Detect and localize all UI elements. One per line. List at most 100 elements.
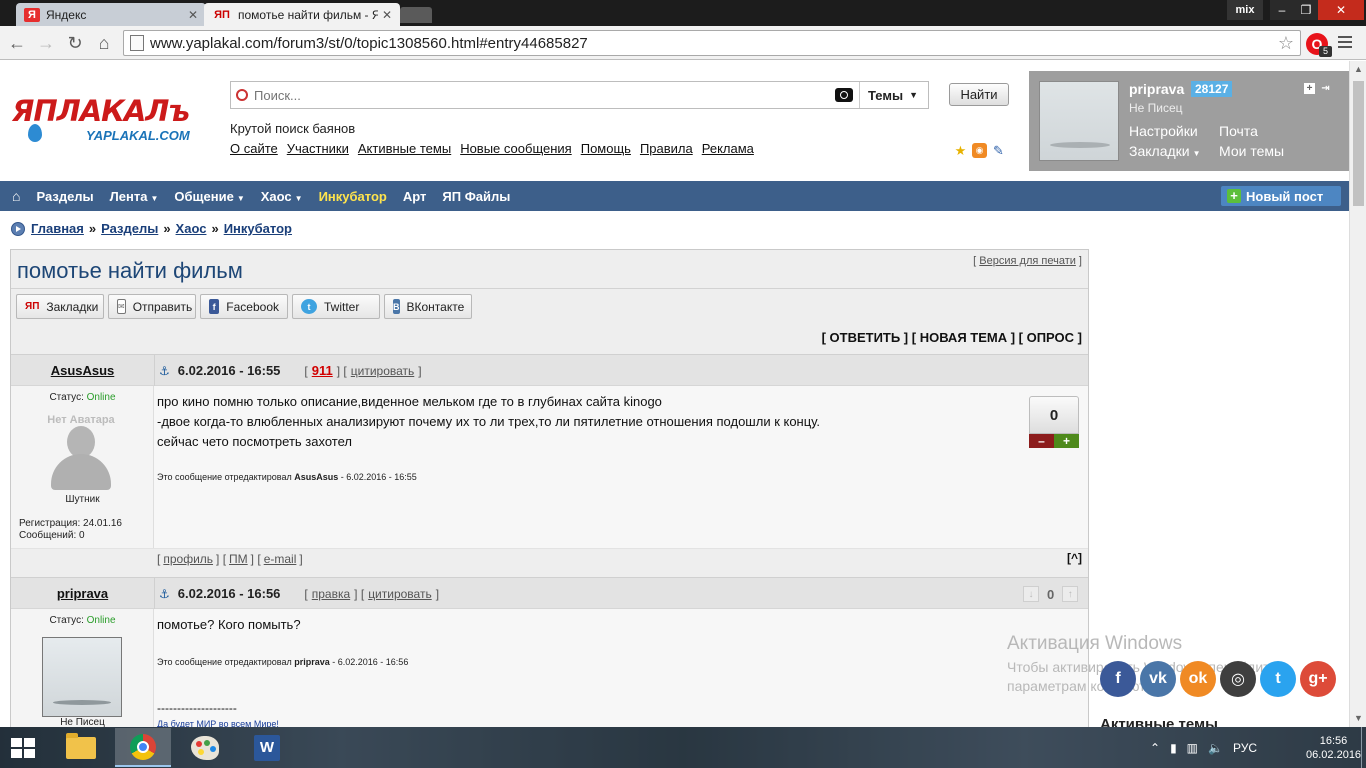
scroll-down-icon[interactable]: ▼ [1350, 710, 1366, 727]
reload-icon[interactable]: ↻ [64, 32, 86, 54]
link-help[interactable]: Помощь [581, 141, 631, 156]
nav-files[interactable]: ЯП Файлы [442, 189, 510, 204]
crumb-sections[interactable]: Разделы [101, 221, 158, 236]
thumb-down-icon[interactable]: ↓ [1023, 586, 1039, 602]
plus-icon[interactable]: + [1304, 83, 1315, 94]
odnoklassniki-icon[interactable]: ok [1180, 661, 1216, 697]
thumb-up-icon[interactable]: ↑ [1062, 586, 1079, 602]
share-send-button[interactable]: ✉ Отправить [108, 294, 196, 319]
volume-icon[interactable]: 🔈 [1208, 741, 1223, 755]
scroll-top-link[interactable]: [^] [1067, 551, 1082, 565]
print-version-link[interactable]: Версия для печати [979, 255, 1076, 267]
nav-incubator[interactable]: Инкубатор [319, 189, 387, 204]
network-icon[interactable]: ▥ [1187, 741, 1198, 755]
favorites-star-icon[interactable]: ★ [953, 143, 968, 158]
vk-icon[interactable]: vk [1140, 661, 1176, 697]
search-scope-select[interactable]: Темы ▼ [859, 82, 928, 108]
link-mail[interactable]: Почта [1219, 123, 1258, 139]
logout-icon[interactable]: ⇥ [1320, 83, 1331, 94]
nav-chaos[interactable]: Хаос ▼ [261, 189, 303, 204]
search-button[interactable]: Найти [949, 83, 1009, 106]
new-tab-button[interactable] [400, 7, 432, 23]
link-new-messages[interactable]: Новые сообщения [460, 141, 572, 156]
facebook-icon[interactable]: f [1100, 661, 1136, 697]
forward-icon[interactable]: → [35, 32, 57, 54]
show-desktop-button[interactable] [1361, 727, 1366, 768]
vote-up-button[interactable]: + [1054, 434, 1079, 448]
link-ads[interactable]: Реклама [702, 141, 754, 156]
taskbar-paint[interactable] [177, 728, 233, 767]
quote-link[interactable]: цитировать [368, 587, 432, 601]
pm-link[interactable]: ПМ [229, 552, 248, 566]
taskbar-explorer[interactable] [53, 728, 109, 767]
rss-icon[interactable]: ◉ [972, 143, 987, 158]
close-tab-icon[interactable]: ✕ [382, 8, 392, 22]
share-twitter-button[interactable]: t Twitter [292, 294, 380, 319]
home-icon[interactable]: ⌂ [93, 32, 115, 54]
crumb-chaos[interactable]: Хаос [176, 221, 207, 236]
user-name[interactable]: priprava [1129, 81, 1184, 97]
nav-sections[interactable]: Разделы [36, 189, 93, 204]
link-about[interactable]: О сайте [230, 141, 278, 156]
nav-art[interactable]: Арт [403, 189, 427, 204]
scroll-up-icon[interactable]: ▲ [1350, 61, 1366, 78]
battery-icon[interactable]: ▮ [1170, 741, 1177, 755]
crumb-incubator[interactable]: Инкубатор [224, 221, 292, 236]
link-active-topics[interactable]: Активные темы [358, 141, 451, 156]
camera-icon[interactable] [835, 88, 853, 102]
tab-yandex[interactable]: Я Яндекс ✕ [16, 3, 206, 26]
chrome-menu-icon[interactable] [1338, 36, 1352, 51]
instagram-icon[interactable]: ◎ [1220, 661, 1256, 697]
rating-widget: 0 – + [1029, 396, 1079, 448]
page-scrollbar[interactable]: ▲ ▼ [1349, 61, 1366, 727]
search-input[interactable] [254, 87, 835, 103]
nav-feed[interactable]: Лента ▼ [110, 189, 159, 204]
close-window-icon[interactable]: ✕ [1318, 0, 1364, 20]
address-bar[interactable]: www.yaplakal.com/forum3/st/0/topic130856… [123, 30, 1301, 56]
profile-link[interactable]: профиль [163, 552, 213, 566]
user-avatar[interactable] [1039, 81, 1119, 161]
topic-actions[interactable]: [ ОТВЕТИТЬ ] [ НОВАЯ ТЕМА ] [ ОПРОС ] [822, 330, 1082, 345]
author-link[interactable]: priprava [57, 586, 108, 601]
site-logo[interactable]: ЯПЛАКАЛъ YAPLAKAL.COM [12, 94, 190, 143]
link-members[interactable]: Участники [287, 141, 349, 156]
minimize-icon[interactable]: – [1270, 0, 1294, 20]
anchor-icon[interactable]: ⚓ [159, 364, 170, 378]
taskbar-clock[interactable]: 16:56 06.02.2016 [1306, 734, 1361, 762]
author-link[interactable]: AsusAsus [51, 363, 115, 378]
crumb-home[interactable]: Главная [31, 221, 84, 236]
twitter-icon[interactable]: t [1260, 661, 1296, 697]
profile-button[interactable]: mix [1227, 0, 1263, 20]
chevron-up-icon[interactable]: ⌃ [1150, 741, 1160, 755]
new-post-button[interactable]: + Новый пост [1221, 186, 1341, 206]
share-bookmarks-button[interactable]: ЯП Закладки [16, 294, 104, 319]
link-my-topics[interactable]: Мои темы [1219, 143, 1284, 159]
post-number-link[interactable]: 911 [312, 363, 333, 378]
close-tab-icon[interactable]: ✕ [188, 8, 198, 22]
maximize-icon[interactable]: ❐ [1294, 0, 1318, 20]
link-settings[interactable]: Настройки [1129, 123, 1198, 139]
link-bookmarks[interactable]: Закладки ▼ [1129, 143, 1201, 159]
anchor-icon[interactable]: ⚓ [159, 587, 170, 601]
vote-down-button[interactable]: – [1029, 434, 1054, 448]
home-icon[interactable]: ⌂ [12, 188, 20, 204]
scrollbar-thumb[interactable] [1353, 81, 1364, 206]
windows-start-icon[interactable] [11, 738, 37, 758]
back-icon[interactable]: ← [6, 32, 28, 54]
share-vk-button[interactable]: B ВКонтакте [384, 294, 472, 319]
bookmark-star-icon[interactable]: ☆ [1278, 33, 1294, 54]
language-indicator[interactable]: РУС [1233, 741, 1257, 755]
share-facebook-button[interactable]: f Facebook [200, 294, 288, 319]
google-plus-icon[interactable]: g+ [1300, 661, 1336, 697]
pencil-icon[interactable]: ✎ [991, 143, 1006, 158]
avatar[interactable] [42, 637, 122, 717]
taskbar-chrome[interactable] [115, 728, 171, 767]
quote-link[interactable]: цитировать [351, 364, 415, 378]
nav-talk[interactable]: Общение ▼ [174, 189, 244, 204]
email-link[interactable]: e-mail [264, 552, 297, 566]
link-rules[interactable]: Правила [640, 141, 693, 156]
edit-link[interactable]: правка [312, 587, 350, 601]
url-text[interactable]: www.yaplakal.com/forum3/st/0/topic130856… [150, 35, 1278, 52]
taskbar-word[interactable]: W [239, 728, 295, 767]
tab-yaplakal[interactable]: ЯП помотье найти фильм - Я ✕ [204, 3, 400, 26]
